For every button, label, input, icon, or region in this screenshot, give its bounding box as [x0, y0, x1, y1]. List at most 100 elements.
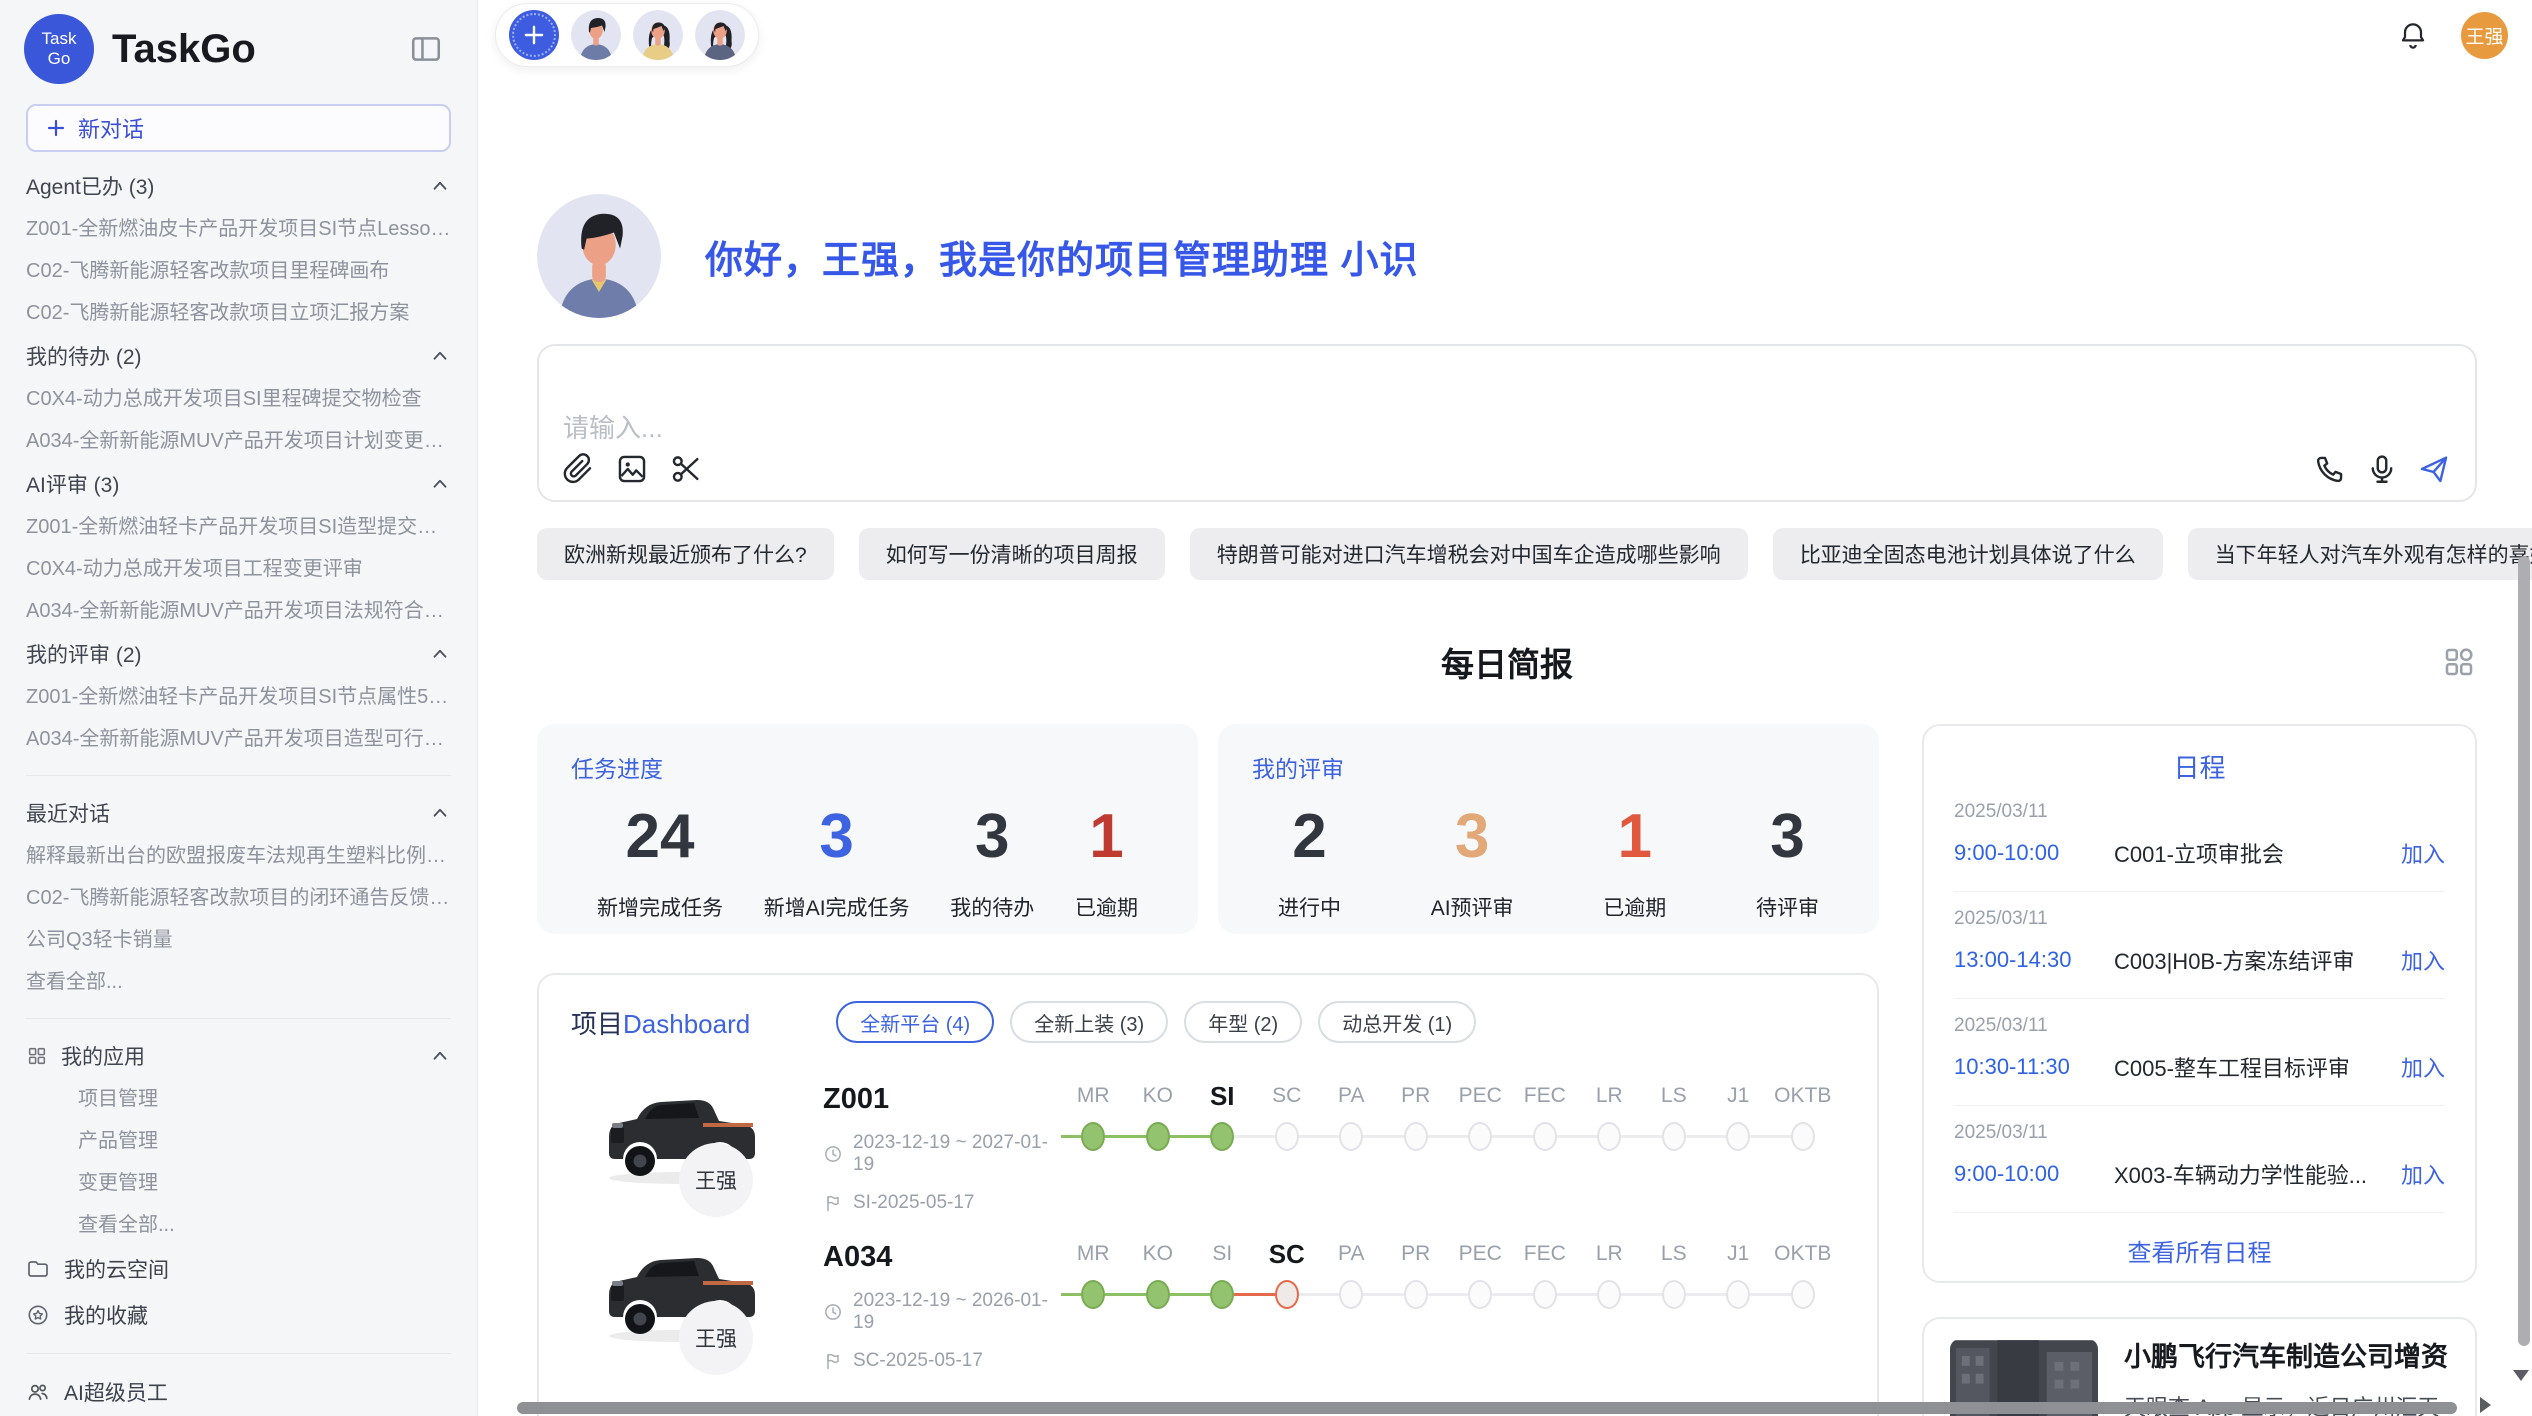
teammate-avatar[interactable] [695, 10, 745, 60]
sidebar-app-item[interactable]: 产品管理 [26, 1120, 451, 1162]
milestone-line [1126, 1293, 1146, 1296]
sidebar-task-item[interactable]: A034-全新新能源MUV产品开发项目造型可行性评审 [26, 718, 451, 760]
milestone-dot [1726, 1280, 1750, 1309]
send-icon[interactable] [2417, 452, 2451, 486]
sidebar-section-label: AI评审 (3) [26, 469, 119, 499]
sidebar-task-item[interactable]: C0X4-动力总成开发项目SI里程碑提交物检查 [26, 378, 451, 420]
milestone-line [1105, 1293, 1125, 1296]
milestone-label: SC [1255, 1237, 1320, 1271]
sidebar-task-item[interactable]: Z001-全新燃油轻卡产品开发项目SI造型提交物评审 [26, 506, 451, 548]
sidebar-app-item[interactable]: 变更管理 [26, 1162, 451, 1204]
agent-pill [495, 3, 759, 67]
recent-chat-item[interactable]: 查看全部... [26, 961, 451, 1003]
divider [26, 1018, 451, 1019]
milestone: LR [1577, 1079, 1642, 1153]
topbar: 王强 [478, 0, 2532, 70]
suggestion-chip[interactable]: 特朗普可能对进口汽车增税会对中国车企造成哪些影响 [1190, 528, 1748, 580]
milestone-label: OKTB [1771, 1079, 1836, 1113]
project-dates-text: 2023-12-19 ~ 2026-01-19 [853, 1290, 1061, 1334]
sidebar-app-item[interactable]: 查看全部... [26, 1204, 451, 1246]
sidebar-section-header[interactable]: 我的评审 (2) [26, 632, 451, 676]
chevron-up-icon [429, 345, 451, 367]
teammate-avatar[interactable] [633, 10, 683, 60]
milestone-label: LS [1642, 1079, 1707, 1113]
sidebar-section-header[interactable]: Agent已办 (3) [26, 164, 451, 208]
milestone: PR [1384, 1237, 1449, 1311]
sidebar-recent-header[interactable]: 最近对话 [26, 791, 451, 835]
person-illustration [571, 10, 621, 60]
suggestion-chip[interactable]: 当下年轻人对汽车外观有怎样的喜好趋势 [2188, 528, 2532, 580]
sidebar-task-item[interactable]: A034-全新新能源MUV产品开发项目法规符合性评审 [26, 590, 451, 632]
horizontal-scrollbar-thumb[interactable] [517, 1402, 2457, 1414]
briefing-stats-row: 任务进度24新增完成任务3新增AI完成任务3我的待办1已逾期我的评审2进行中3A… [537, 724, 1879, 934]
milestone-label: KO [1126, 1079, 1191, 1113]
scissors-icon[interactable] [669, 452, 703, 486]
image-icon[interactable] [615, 452, 649, 486]
milestone-dot [1597, 1280, 1621, 1309]
new-chat-button[interactable]: 新对话 [26, 104, 451, 152]
milestone-line [1255, 1293, 1275, 1296]
join-button[interactable]: 加入 [2401, 1051, 2445, 1083]
milestone-line [1577, 1293, 1597, 1296]
sidebar-item-star-badge[interactable]: 我的收藏 [26, 1292, 451, 1338]
scroll-right-arrow-icon[interactable] [2480, 1397, 2491, 1413]
milestone-dot [1533, 1280, 1557, 1309]
schedule-item: 2025/03/119:00-10:00C001-立项审批会加入 [1954, 785, 2445, 892]
suggestion-chip[interactable]: 比亚迪全固态电池计划具体说了什么 [1773, 528, 2163, 580]
dashboard-filter-tab[interactable]: 年型 (2) [1184, 1001, 1302, 1043]
microphone-icon[interactable] [2365, 452, 2399, 486]
join-button[interactable]: 加入 [2401, 1158, 2445, 1190]
stat-item: 1已逾期 [1075, 806, 1138, 922]
schedule-event-title: C001-立项审批会 [2114, 837, 2401, 869]
dashboard-filter-tab[interactable]: 动总开发 (1) [1318, 1001, 1476, 1043]
star-badge-icon [26, 1303, 50, 1327]
grid-layout-icon[interactable] [2441, 644, 2477, 680]
sidebar-task-item[interactable]: C02-飞腾新能源轻客改款项目里程碑画布 [26, 250, 451, 292]
vertical-scrollbar-thumb[interactable] [2518, 556, 2530, 1346]
milestone-line [1642, 1135, 1662, 1138]
composer[interactable]: 请输入... [537, 344, 2477, 502]
sidebar-item-cloud-folder[interactable]: 我的云空间 [26, 1246, 451, 1292]
recent-chat-item[interactable]: 公司Q3轻卡销量 [26, 919, 451, 961]
milestone: LR [1577, 1237, 1642, 1311]
suggestion-chips: 欧洲新规最近颁布了什么? 如何写一份清晰的项目周报特朗普可能对进口汽车增税会对中国… [537, 528, 2477, 580]
owner-badge: 王强 [679, 1301, 753, 1375]
dashboard-filter-tab[interactable]: 全新上装 (3) [1010, 1001, 1168, 1043]
milestone-label: SI [1190, 1237, 1255, 1271]
sidebar-item-people[interactable]: AI超级员工 [26, 1369, 451, 1415]
sidebar-section-header[interactable]: AI评审 (3) [26, 462, 451, 506]
sidebar-link-label: 我的云空间 [64, 1254, 169, 1284]
milestone-dot [1791, 1122, 1815, 1151]
person-illustration [633, 10, 683, 60]
milestone-line [1448, 1135, 1468, 1138]
sidebar-task-item[interactable]: Z001-全新燃油轻卡产品开发项目SI节点属性5D文件评审 [26, 676, 451, 718]
suggestion-chip[interactable]: 欧洲新规最近颁布了什么? [537, 528, 834, 580]
recent-chat-item[interactable]: C02-飞腾新能源轻客改款项目的闭环通告反馈情况 [26, 877, 451, 919]
sidebar-task-item[interactable]: C0X4-动力总成开发项目工程变更评审 [26, 548, 451, 590]
project-code: Z001 [823, 1083, 1061, 1116]
view-all-schedule-link[interactable]: 查看所有日程 [1954, 1213, 2445, 1268]
add-agent-button[interactable] [509, 10, 559, 60]
sidebar-section-header[interactable]: 我的待办 (2) [26, 334, 451, 378]
milestone-dot [1726, 1122, 1750, 1151]
sidebar-task-item[interactable]: A034-全新新能源MUV产品开发项目计划变更表编写 [26, 420, 451, 462]
project-dates: 2023-12-19 ~ 2027-01-19 [823, 1132, 1061, 1176]
join-button[interactable]: 加入 [2401, 944, 2445, 976]
sidebar-apps-header[interactable]: 我的应用 [26, 1034, 451, 1078]
scroll-down-arrow-icon[interactable] [2513, 1370, 2529, 1381]
teammate-avatar[interactable] [571, 10, 621, 60]
recent-chat-item[interactable]: 解释最新出台的欧盟报废车法规再生塑料比例被调至15%... [26, 835, 451, 877]
sidebar-task-item[interactable]: Z001-全新燃油皮卡产品开发项目SI节点Lesson Learn报告 [26, 208, 451, 250]
phone-call-icon[interactable] [2313, 452, 2347, 486]
notification-bell-icon[interactable] [2397, 19, 2429, 51]
dashboard-filter-tab[interactable]: 全新平台 (4) [836, 1001, 994, 1043]
left-column: 任务进度24新增完成任务3新增AI完成任务3我的待办1已逾期我的评审2进行中3A… [537, 724, 1879, 1416]
sidebar-collapse-icon[interactable] [409, 32, 443, 66]
suggestion-chip[interactable]: 如何写一份清晰的项目周报 [859, 528, 1165, 580]
sidebar-task-item[interactable]: C02-飞腾新能源轻客改款项目立项汇报方案 [26, 292, 451, 334]
join-button[interactable]: 加入 [2401, 837, 2445, 869]
attachment-icon[interactable] [561, 452, 595, 486]
sidebar-app-item[interactable]: 项目管理 [26, 1078, 451, 1120]
user-avatar[interactable]: 王强 [2461, 12, 2508, 59]
stat-item: 3我的待办 [950, 806, 1034, 922]
